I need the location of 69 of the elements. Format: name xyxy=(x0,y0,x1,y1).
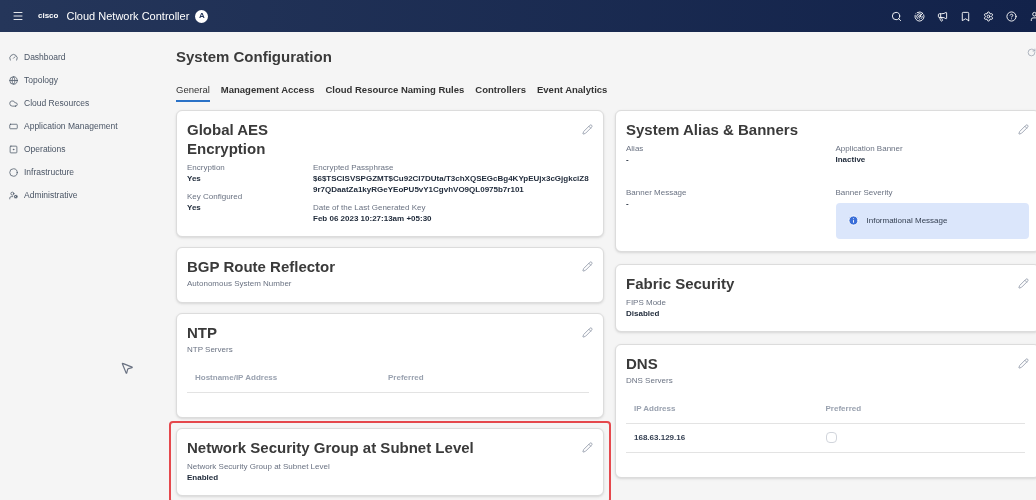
field-label: Key Configured xyxy=(187,190,244,202)
column-header: Preferred xyxy=(825,402,863,415)
card-title: System Alias & Banners xyxy=(626,119,799,139)
field-label: Encrypted Passphrase xyxy=(313,161,395,173)
sidebar-item[interactable]: Operations xyxy=(9,142,168,156)
column-header: IP Address xyxy=(634,402,677,415)
sidebar-item[interactable]: Topology xyxy=(9,73,168,87)
card-title: NTP xyxy=(187,322,217,342)
field-value: Enabled xyxy=(187,471,220,483)
card-title: DNS xyxy=(626,353,658,373)
info-icon xyxy=(847,215,859,227)
table-cell-text: 168.63.129.16 xyxy=(634,431,687,444)
menu-button[interactable] xyxy=(12,10,24,22)
square-icon xyxy=(9,144,18,154)
card-title: Network Security Group at Subnet Level xyxy=(187,437,474,457)
field-value: - xyxy=(626,197,630,209)
sidebar-item[interactable]: Dashboard xyxy=(9,50,168,64)
field-value: - xyxy=(626,153,630,165)
circle-icon xyxy=(9,167,18,177)
field-value: $6$TSCISVSPGZMT$Cu92CI7DUta/T3chXQSEGcBg4KYpEUjx3cGjgkciZ89r7QDaatZa1kyRGeYEoPU5vY1CgvhVO9QL0975b7r101 xyxy=(313,172,590,195)
sidebar-item[interactable]: Cloud Resources xyxy=(9,96,168,110)
field-value: Disabled xyxy=(626,307,661,319)
page-title: System Configuration xyxy=(176,47,332,67)
cloud-icon xyxy=(9,98,18,108)
field-label: Banner Severity xyxy=(835,186,894,199)
field-value: Inactive xyxy=(835,153,867,165)
tab[interactable]: Controllers xyxy=(475,82,526,102)
tab[interactable]: General xyxy=(176,82,210,102)
sidebar-item[interactable]: Application Management xyxy=(9,119,168,133)
field-label: Banner Message xyxy=(626,186,688,198)
field-label: Alias xyxy=(626,142,645,154)
card-subtitle: DNS Servers xyxy=(626,374,674,387)
app-title: Cloud Network Controller xyxy=(66,8,190,24)
field-value: Yes xyxy=(187,172,202,184)
gauge-icon xyxy=(9,52,18,62)
window-icon xyxy=(9,121,18,131)
severity-alert: Informational Message xyxy=(835,202,1029,239)
column-header: Hostname/IP Address xyxy=(195,371,279,384)
card-title: Fabric Security xyxy=(626,273,735,293)
sidebar-item[interactable]: Infrastructure xyxy=(9,165,168,179)
preferred-checkbox[interactable] xyxy=(825,432,837,444)
field-value: Yes xyxy=(187,201,202,213)
user-gear-icon xyxy=(9,190,18,200)
tab[interactable]: Cloud Resource Naming Rules xyxy=(325,82,465,102)
app-badge: A xyxy=(195,9,209,23)
settings-button[interactable] xyxy=(983,10,994,22)
field-value: Feb 06 2023 10:27:13am +05:30 xyxy=(313,212,433,224)
megaphone-button[interactable] xyxy=(937,10,948,22)
radar-button[interactable] xyxy=(914,10,925,22)
field-label: Date of the Last Generated Key xyxy=(313,201,427,213)
mouse-cursor-icon xyxy=(120,361,134,375)
field-label: Application Banner xyxy=(835,142,904,154)
tab[interactable]: Event Analytics xyxy=(537,82,608,102)
field-label: Encryption xyxy=(187,161,226,173)
bookmark-button[interactable] xyxy=(960,10,971,22)
field-label: FIPS Mode xyxy=(626,296,667,308)
sidebar-item[interactable]: Administrative xyxy=(9,188,168,202)
globe-icon xyxy=(9,75,18,85)
tab[interactable]: Management Access xyxy=(220,82,315,102)
card-title: BGP Route Reflector xyxy=(187,256,336,276)
field-label: Network Security Group at Subnet Level xyxy=(187,460,331,472)
card-subtitle: NTP Servers xyxy=(187,343,234,356)
card-title: Global AES Encryption xyxy=(187,119,270,158)
search-button[interactable] xyxy=(891,10,902,22)
cisco-logo: cisco xyxy=(38,12,59,20)
column-header: Preferred xyxy=(388,371,425,384)
card-subtitle: Autonomous System Number xyxy=(187,277,293,290)
help-button[interactable] xyxy=(1006,10,1017,22)
refresh-icon xyxy=(1027,48,1036,57)
